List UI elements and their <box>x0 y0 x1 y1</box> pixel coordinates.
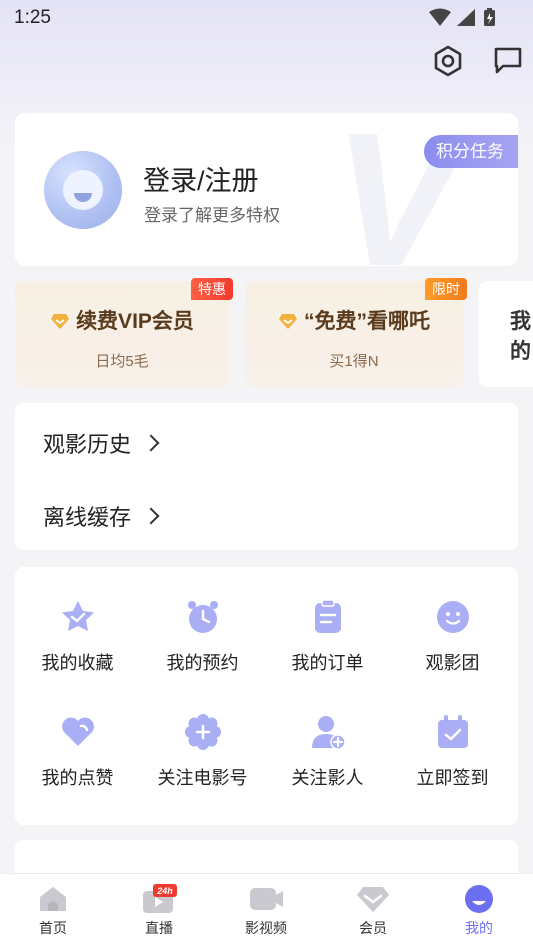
live-badge: 24h <box>156 886 173 896</box>
login-subtitle: 登录了解更多特权 <box>144 206 280 225</box>
tab-label: 直播 <box>145 920 173 936</box>
promo-free-nezha[interactable]: “免费”看哪吒 买1得N 限时 <box>245 278 467 387</box>
grid-label: 我的订单 <box>291 653 364 673</box>
grid-item-reservations[interactable]: 我的预约 <box>140 598 265 675</box>
promo-partial[interactable]: 我的 <box>479 281 533 387</box>
promo-badge: 限时 <box>425 278 467 300</box>
status-bar: 1:25 <box>0 0 533 36</box>
watch-history-row[interactable]: 观影历史 <box>43 427 160 459</box>
live-icon: 24h <box>143 884 177 913</box>
tab-vip[interactable]: 会员 <box>320 874 426 948</box>
chevron-right-icon <box>142 434 160 452</box>
profile-icon <box>465 885 493 913</box>
row-label: 观影历史 <box>43 432 132 457</box>
tab-live[interactable]: 24h 直播 <box>106 874 212 948</box>
login-register-link[interactable]: 登录/注册 <box>143 159 259 198</box>
grid-item-orders[interactable]: 我的订单 <box>265 598 390 675</box>
calendar-check-icon <box>437 715 468 748</box>
tab-label: 影视频 <box>245 920 287 936</box>
tab-home[interactable]: 首页 <box>0 874 106 948</box>
history-card: 观影历史 离线缓存 <box>15 403 518 550</box>
video-icon <box>250 888 283 910</box>
signal-icon <box>457 9 475 26</box>
promo-subtitle: 日均5毛 <box>95 353 149 370</box>
tab-label: 首页 <box>39 920 67 936</box>
message-icon[interactable] <box>491 44 525 78</box>
grid-label: 关注影人 <box>291 768 364 788</box>
smile-icon <box>436 601 469 633</box>
grid-label: 我的点赞 <box>41 768 114 788</box>
grid-item-follow-people[interactable]: 关注影人 <box>265 713 390 790</box>
grid-label: 我的收藏 <box>41 653 114 673</box>
grid-item-follow-channels[interactable]: 关注电影号 <box>140 713 265 790</box>
chevron-right-icon <box>142 507 160 525</box>
home-icon <box>40 887 66 911</box>
login-card[interactable]: V 登录/注册 登录了解更多特权 积分任务 <box>15 113 518 266</box>
tab-mine[interactable]: 我的 <box>426 874 532 948</box>
tab-label: 会员 <box>359 920 387 936</box>
wifi-icon <box>429 8 451 26</box>
promo-badge: 特惠 <box>191 278 233 300</box>
vip-diamond-icon <box>357 887 389 912</box>
add-user-icon <box>311 716 346 750</box>
clipboard-icon <box>314 599 341 633</box>
promo-title: 我的 <box>510 310 531 363</box>
flower-plus-icon <box>184 714 221 750</box>
promo-subtitle: 买1得N <box>329 353 379 370</box>
grid-label: 我的预约 <box>166 653 239 673</box>
promo-title: 续费VIP会员 <box>76 310 194 333</box>
star-icon <box>61 601 94 631</box>
status-time: 1:25 <box>14 7 51 28</box>
points-task-button[interactable]: 积分任务 <box>424 135 518 168</box>
bottom-tab-bar: 首页 24h 直播 影视频 会员 我的 <box>0 873 533 948</box>
function-grid: 我的收藏 我的预约 我的订单 观影团 我的点赞 关注电影号 关注影人 立即签到 <box>15 567 518 825</box>
grid-item-likes[interactable]: 我的点赞 <box>15 713 140 790</box>
row-label: 离线缓存 <box>43 505 132 530</box>
tab-video[interactable]: 影视频 <box>213 874 319 948</box>
grid-label: 观影团 <box>425 653 480 673</box>
heart-icon <box>61 717 94 746</box>
grid-label: 立即签到 <box>416 768 489 788</box>
grid-item-check-in[interactable]: 立即签到 <box>390 713 515 790</box>
avatar[interactable] <box>44 151 122 229</box>
alarm-clock-icon <box>187 601 218 633</box>
grid-label: 关注电影号 <box>157 768 248 788</box>
settings-icon[interactable] <box>431 44 465 78</box>
grid-item-favorites[interactable]: 我的收藏 <box>15 598 140 675</box>
promo-title: “免费”看哪吒 <box>304 310 430 333</box>
diamond-icon <box>279 314 297 329</box>
promo-renew-vip[interactable]: 续费VIP会员 日均5毛 特惠 <box>15 278 233 387</box>
tab-label: 我的 <box>465 920 493 936</box>
grid-item-watch-group[interactable]: 观影团 <box>390 598 515 675</box>
top-toolbar <box>419 44 522 78</box>
diamond-icon <box>51 314 70 329</box>
offline-cache-row[interactable]: 离线缓存 <box>43 500 160 532</box>
status-icons <box>429 8 495 26</box>
